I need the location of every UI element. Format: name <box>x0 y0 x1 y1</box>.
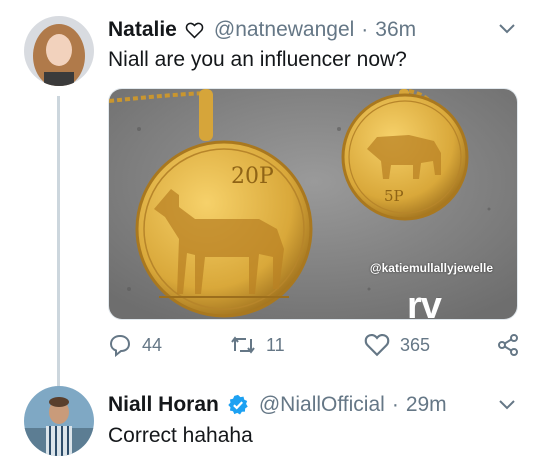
separator: · <box>391 393 399 416</box>
tweet-text: Correct hahaha <box>108 424 253 447</box>
thread-line <box>57 96 60 388</box>
heart-outline-icon <box>364 333 390 357</box>
tweet-text: Niall are you an influencer now? <box>108 48 407 71</box>
separator: · <box>361 18 369 41</box>
coin-large-label: 20P <box>231 164 274 189</box>
like-button[interactable]: 365 <box>364 333 430 357</box>
reply-count: 44 <box>142 334 163 355</box>
avatar[interactable] <box>24 386 94 456</box>
tweet-media[interactable]: 20P 5P @katiemullallyjewelle rv <box>108 88 518 320</box>
chevron-down-icon[interactable] <box>498 22 516 40</box>
heart-outline-icon <box>185 22 204 39</box>
image-credit: @katiemullallyjewelle <box>369 261 493 275</box>
chevron-down-icon[interactable] <box>498 398 516 416</box>
reply-button[interactable]: 44 <box>108 333 162 357</box>
retweet-icon <box>230 333 256 357</box>
display-name[interactable]: Natalie <box>108 17 177 43</box>
watermark: rv <box>407 285 442 320</box>
handle[interactable]: @NiallOfficial <box>259 392 385 418</box>
share-icon <box>496 333 520 357</box>
display-name[interactable]: Niall Horan <box>108 392 219 418</box>
like-count: 365 <box>400 334 431 355</box>
share-button[interactable] <box>496 333 520 357</box>
timestamp[interactable]: 29m <box>406 392 447 418</box>
tweet-header: Niall Horan @NiallOfficial · 29m <box>108 392 447 418</box>
coin-small-label: 5P <box>384 187 404 205</box>
retweet-count: 11 <box>266 334 285 355</box>
retweet-button[interactable]: 11 <box>230 333 285 357</box>
tweet-actions: 44 11 365 <box>108 333 524 363</box>
reply-icon <box>108 333 132 357</box>
timestamp[interactable]: 36m <box>375 17 416 43</box>
avatar[interactable] <box>24 16 94 86</box>
tweet-header: Natalie @natnewangel · 36m <box>108 17 416 43</box>
handle[interactable]: @natnewangel <box>214 17 354 43</box>
verified-badge-icon <box>227 394 249 416</box>
